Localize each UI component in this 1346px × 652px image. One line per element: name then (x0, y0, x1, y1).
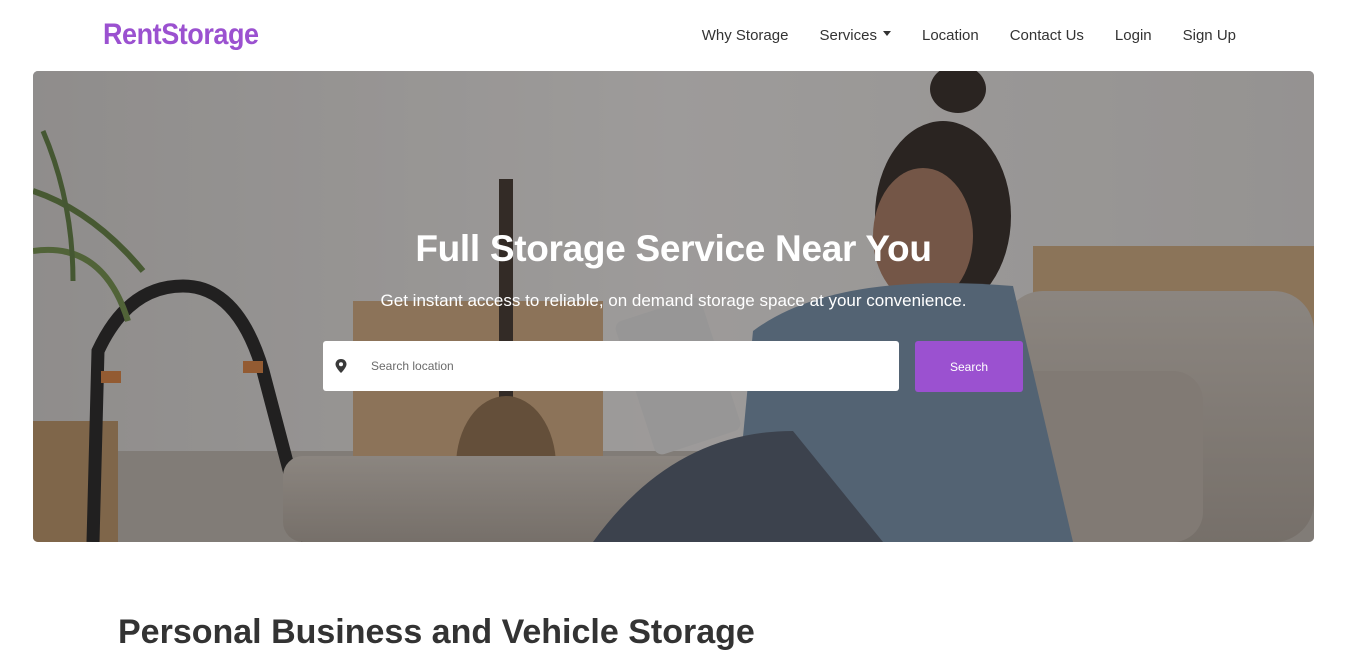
search-location-input[interactable] (371, 341, 881, 391)
nav-contact-us[interactable]: Contact Us (1010, 24, 1084, 48)
location-search-box (323, 341, 899, 391)
hero-banner: Full Storage Service Near You Get instan… (33, 71, 1314, 542)
nav-login[interactable]: Login (1115, 24, 1152, 48)
brand-logo[interactable]: RentStorage (103, 16, 259, 54)
nav-sign-up[interactable]: Sign Up (1183, 24, 1236, 48)
nav-location[interactable]: Location (922, 24, 979, 48)
caret-down-icon (883, 30, 891, 36)
map-pin-icon (335, 359, 347, 373)
hero-title: Full Storage Service Near You (415, 228, 932, 269)
nav-services-label: Services (819, 27, 877, 44)
main-nav: Why Storage Services Location Contact Us… (702, 24, 1236, 48)
section-heading: Personal Business and Vehicle Storage (118, 613, 755, 651)
nav-services-dropdown[interactable]: Services (819, 24, 891, 48)
nav-why-storage[interactable]: Why Storage (702, 24, 789, 48)
navbar: RentStorage Why Storage Services Locatio… (0, 0, 1346, 71)
search-button[interactable]: Search (915, 341, 1023, 392)
hero-subtitle: Get instant access to reliable, on deman… (380, 291, 967, 310)
